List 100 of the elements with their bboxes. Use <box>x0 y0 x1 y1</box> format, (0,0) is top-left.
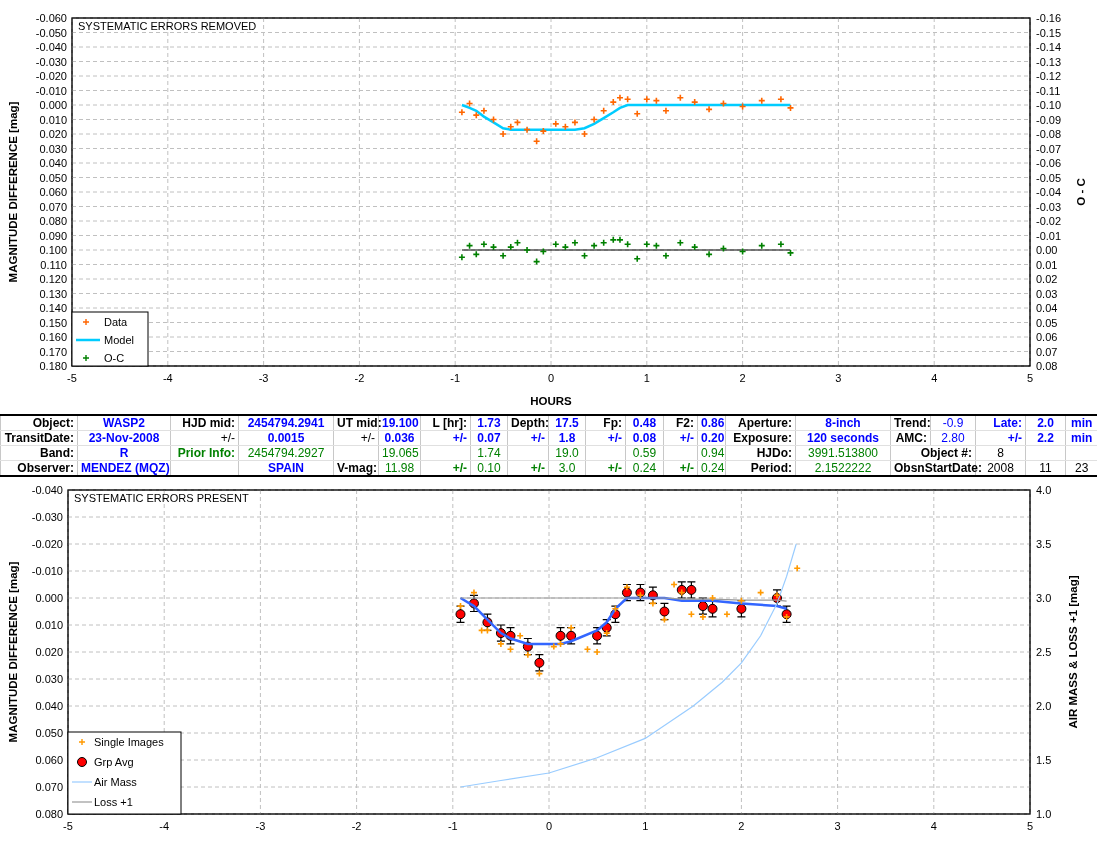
field-value: 2.2 <box>1037 431 1054 445</box>
axis-tick-label: -4 <box>162 372 173 384</box>
axis-tick-label: 3.5 <box>1036 538 1052 550</box>
axis-tick-label: -0.10 <box>1036 99 1062 111</box>
axis-tick-label: -0.08 <box>1036 128 1062 140</box>
field-value: 11 <box>1039 461 1052 475</box>
field-label: F2: <box>676 416 694 430</box>
field-value: 3.0 <box>558 461 576 475</box>
axis-tick-label: -0.04 <box>1036 186 1062 198</box>
axis-tick-label: 0.040 <box>35 700 63 712</box>
axis-tick-label: 1 <box>642 820 649 832</box>
axis-title: AIR MASS & LOSS +1 [mag] <box>1067 575 1079 729</box>
axis-tick-label: 0.050 <box>35 727 63 739</box>
axis-tick-label: 0.07 <box>1036 345 1058 358</box>
axis-tick-label: 3 <box>834 820 841 832</box>
field-value: 0.24 <box>632 461 657 475</box>
field-value: 2.0 <box>1037 416 1054 430</box>
field-value: 1.73 <box>477 416 501 430</box>
axis-tick-label: 0.050 <box>39 171 67 184</box>
field-value: min <box>1071 431 1093 445</box>
axis-title: MAGNITUDE DIFFERENCE [mag] <box>7 101 19 283</box>
field-value: 19.100 <box>382 416 419 430</box>
axis-tick-label: -0.020 <box>31 538 63 550</box>
field-value: 19.0 <box>555 446 579 460</box>
axis-tick-label: 0.180 <box>39 360 67 372</box>
field-label: +/- <box>679 461 694 475</box>
field-label: +/- <box>607 431 622 445</box>
axis-tick-label: -5 <box>63 820 73 832</box>
axis-tick-label: 0.150 <box>39 316 67 329</box>
axis-tick-label: 0.05 <box>1036 316 1058 329</box>
field-value: 0.10 <box>477 461 501 475</box>
field-label: +/- <box>1007 431 1022 445</box>
axis-tick-label: 0.010 <box>39 113 67 126</box>
axis-tick-label: 0.170 <box>39 345 67 358</box>
axis-tick-label: -0.14 <box>1036 41 1062 53</box>
axis-tick-label: 0.06 <box>1036 331 1058 343</box>
axis-tick-label: -2 <box>354 372 365 384</box>
field-label: +/- <box>452 431 467 445</box>
point <box>659 606 670 617</box>
field-label: Prior Info: <box>177 446 235 460</box>
field-value: 0.0015 <box>267 431 305 445</box>
point <box>707 603 718 614</box>
axis-tick-label: -0.06 <box>1036 157 1062 169</box>
axis-title: HOURS <box>530 395 572 407</box>
field-value: MENDEZ (MQZ) <box>81 461 170 475</box>
field-label: +/- <box>530 431 545 445</box>
field-value: 120 seconds <box>806 431 879 445</box>
axis-tick-label: 0.110 <box>40 258 67 271</box>
axis-tick-label: 0.080 <box>39 215 67 227</box>
axis-tick-label: -0.12 <box>1036 70 1062 82</box>
axis-tick-label: 2 <box>738 820 745 832</box>
axis-tick-label: -0.010 <box>31 565 63 577</box>
axis-tick-label: 0.01 <box>1036 258 1058 271</box>
axis-tick-label: -0.07 <box>1036 142 1062 155</box>
field-value: 2.1522222 <box>814 461 872 475</box>
axis-tick-label: 0.02 <box>1036 273 1058 285</box>
chart-title: SYSTEMATIC ERRORS REMOVED <box>78 20 257 32</box>
axis-tick-label: 0.160 <box>39 331 67 343</box>
axis-tick-label: -2 <box>351 820 362 832</box>
field-label: +/- <box>679 431 694 445</box>
field-label: HJD mid: <box>182 416 235 430</box>
field-value: 0.036 <box>384 431 415 445</box>
field-label: Observer: <box>17 461 74 475</box>
field-label: Period: <box>750 461 792 475</box>
field-label: V-mag: <box>337 461 377 475</box>
field-label: Object: <box>32 416 74 430</box>
field-value: 2454794.2927 <box>247 446 325 460</box>
field-value: 2454794.2941 <box>247 416 325 430</box>
axis-tick-label: 5 <box>1026 820 1034 832</box>
field-value: 0.20 <box>701 431 725 445</box>
axis-tick-label: 0.020 <box>35 646 63 658</box>
axis-tick-label: 0.000 <box>35 592 63 604</box>
field-label: TransitDate: <box>4 431 74 445</box>
axis-tick-label: -4 <box>159 820 170 832</box>
field-value: 19.065 <box>382 446 419 460</box>
field-value: -0.9 <box>942 416 964 430</box>
point <box>455 609 466 620</box>
axis-tick-label: -0.15 <box>1036 26 1062 39</box>
point <box>686 584 697 595</box>
axis-tick-label: -0.16 <box>1036 12 1062 24</box>
point <box>592 630 603 641</box>
axis-tick-label: 0.100 <box>39 244 67 256</box>
axis-tick-label: 0.060 <box>35 754 63 766</box>
field-value: R <box>119 446 129 460</box>
field-label: Late: <box>993 416 1022 430</box>
axis-tick-label: -0.13 <box>1036 55 1062 68</box>
axis-tick-label: 0.03 <box>1036 287 1058 300</box>
axis-tick-label: 0 <box>547 372 555 384</box>
axis-tick-label: 0.030 <box>35 673 63 685</box>
axis-tick-label: -0.050 <box>35 26 67 39</box>
axis-tick-label: 4 <box>930 820 937 832</box>
legend-label: Data <box>104 316 128 328</box>
field-label: +/- <box>607 461 622 475</box>
field-value: 0.08 <box>632 431 657 445</box>
axis-tick-label: -0.05 <box>1036 171 1062 184</box>
axis-tick-label: 0.090 <box>39 229 67 242</box>
field-label: +/- <box>220 431 235 445</box>
field-value: SPAIN <box>268 461 304 475</box>
axis-tick-label: 3 <box>835 372 842 384</box>
point <box>534 657 545 668</box>
